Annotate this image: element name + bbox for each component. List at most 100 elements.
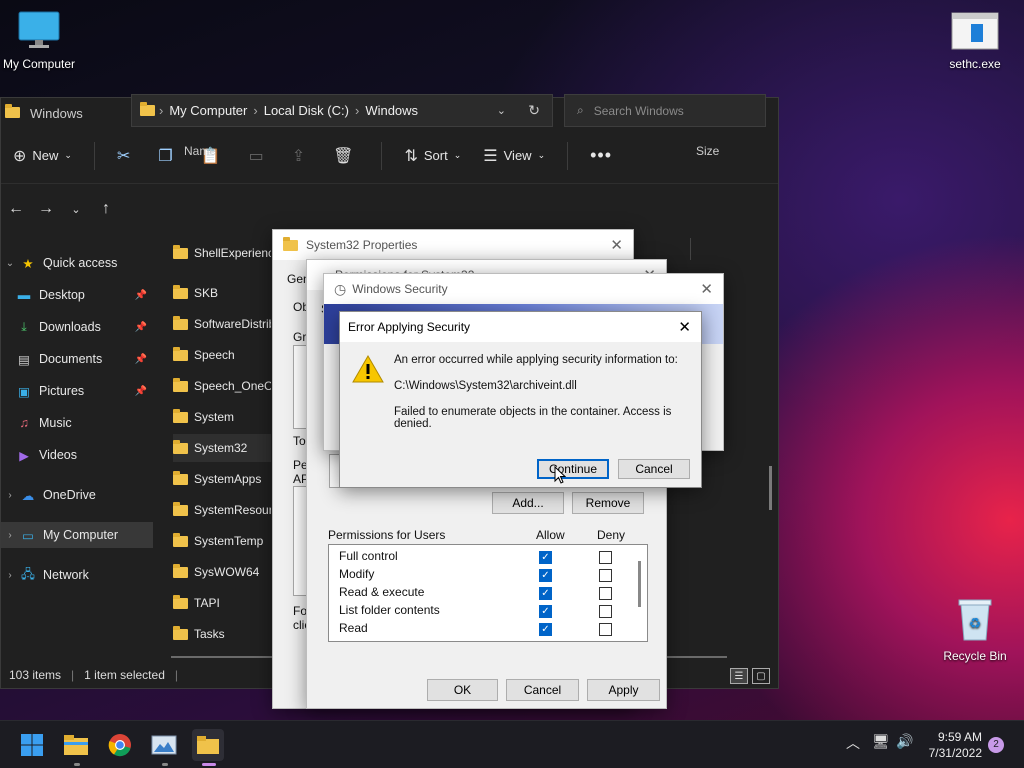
view-button[interactable]: ☰ View ⌄ xyxy=(483,146,545,166)
scrollbar-thumb[interactable] xyxy=(638,561,641,607)
breadcrumb-my-computer[interactable]: My Computer xyxy=(169,103,247,118)
deny-checkbox[interactable] xyxy=(599,623,612,636)
sidebar-label: My Computer xyxy=(43,528,119,542)
sidebar-item-documents[interactable]: ▤ Documents 📌 xyxy=(1,346,153,372)
allow-checkbox[interactable]: ✓ xyxy=(539,569,552,582)
star-icon: ★ xyxy=(22,256,34,271)
share-button[interactable]: ⇪ xyxy=(292,146,311,166)
cancel-button[interactable]: Cancel xyxy=(506,679,579,701)
deny-checkbox[interactable] xyxy=(599,605,612,618)
allow-checkbox[interactable]: ✓ xyxy=(539,551,552,564)
recent-locations-button[interactable]: ⌄ xyxy=(61,203,91,216)
cancel-button[interactable]: Cancel xyxy=(618,459,690,479)
file-name: Speech xyxy=(194,348,235,362)
sort-icon: ⇅ xyxy=(404,147,418,165)
remove-button[interactable]: Remove xyxy=(572,492,644,514)
column-header-size[interactable]: Size xyxy=(696,144,719,158)
list-item-selected[interactable]: System32 xyxy=(173,434,271,462)
deny-checkbox[interactable] xyxy=(599,587,612,600)
list-item[interactable]: Speech xyxy=(173,341,235,369)
list-item[interactable]: Speech_OneCore xyxy=(173,372,271,400)
sidebar-item-pictures[interactable]: ▣ Pictures 📌 xyxy=(1,378,153,404)
desktop-icon-my-computer[interactable]: My Computer xyxy=(0,10,84,71)
rename-button[interactable]: ▭ xyxy=(249,146,270,166)
desktop-icon-sethc[interactable]: sethc.exe xyxy=(930,12,1020,71)
windows-security-titlebar[interactable]: ◷ Windows Security xyxy=(324,274,723,304)
more-options-button[interactable]: ••• xyxy=(590,145,612,166)
refresh-icon[interactable]: ↻ xyxy=(528,102,540,119)
error-titlebar[interactable]: Error Applying Security xyxy=(340,312,701,342)
cut-button[interactable]: ✂ xyxy=(117,146,136,166)
allow-checkbox[interactable]: ✓ xyxy=(539,605,552,618)
close-icon[interactable]: ✕ xyxy=(700,280,713,298)
breadcrumb-local-disk[interactable]: Local Disk (C:) xyxy=(264,103,349,118)
music-icon: ♫ xyxy=(19,416,29,430)
apply-button[interactable]: Apply xyxy=(587,679,660,701)
copy-button[interactable]: ❐ xyxy=(158,146,178,166)
notification-badge[interactable]: 2 xyxy=(988,737,1004,753)
download-icon: ⤓ xyxy=(21,319,27,334)
close-icon[interactable]: ✕ xyxy=(610,236,623,254)
list-item[interactable]: SoftwareDistribution xyxy=(173,310,271,338)
ok-button[interactable]: OK xyxy=(427,679,498,701)
volume-icon[interactable]: 🔊 xyxy=(896,733,913,750)
sidebar-item-my-computer[interactable]: › ▭ My Computer xyxy=(1,522,153,548)
breadcrumb-windows[interactable]: Windows xyxy=(365,103,418,118)
taskbar-file-explorer[interactable] xyxy=(60,729,92,761)
folder-icon xyxy=(173,408,188,423)
tiles-view-button[interactable]: ▢ xyxy=(752,668,770,684)
search-input[interactable]: ⌕ Search Windows xyxy=(564,94,766,127)
dialog-title: Error Applying Security xyxy=(348,320,471,334)
list-item[interactable]: SystemApps xyxy=(173,465,261,493)
vertical-scrollbar[interactable] xyxy=(769,466,772,510)
new-button[interactable]: ⊕ New ⌄ xyxy=(13,146,72,166)
desktop-icon-recycle-bin[interactable]: ♻ Recycle Bin xyxy=(930,596,1020,663)
show-hidden-icons-button[interactable]: ︿ xyxy=(846,733,860,753)
chevron-down-icon: ⌄ xyxy=(64,150,72,160)
sidebar-item-onedrive[interactable]: › ☁ OneDrive xyxy=(1,482,153,508)
list-item[interactable]: SystemTemp xyxy=(173,527,263,555)
list-item[interactable]: System xyxy=(173,403,234,431)
allow-checkbox[interactable]: ✓ xyxy=(539,587,552,600)
up-button[interactable]: ↑ xyxy=(91,200,121,218)
deny-checkbox[interactable] xyxy=(599,551,612,564)
deny-checkbox[interactable] xyxy=(599,569,612,582)
sidebar-item-desktop[interactable]: ▬ Desktop 📌 xyxy=(1,282,153,308)
clock[interactable]: 9:59 AM 7/31/2022 xyxy=(924,729,982,761)
allow-checkbox[interactable]: ✓ xyxy=(539,623,552,636)
properties-titlebar[interactable]: System32 Properties xyxy=(273,230,633,260)
back-button[interactable]: ← xyxy=(1,200,31,218)
file-name: SKB xyxy=(194,286,219,300)
list-item[interactable]: SysWOW64 xyxy=(173,558,259,586)
sidebar-item-network[interactable]: › 🖧 Network xyxy=(1,562,153,588)
add-button[interactable]: Add... xyxy=(492,492,564,514)
continue-button[interactable]: Continue xyxy=(537,459,609,479)
sidebar-label: Pictures xyxy=(39,384,85,398)
toolbar-separator xyxy=(93,141,95,170)
column-header-name[interactable]: Name xyxy=(184,144,216,158)
start-button[interactable] xyxy=(16,729,48,761)
taskbar-file-explorer-active[interactable] xyxy=(192,729,224,761)
list-item[interactable]: SystemResources xyxy=(173,496,271,524)
permission-name: List folder contents xyxy=(339,603,440,617)
delete-button[interactable]: 🗑 xyxy=(333,146,359,166)
list-item[interactable]: TAPI xyxy=(173,589,220,617)
table-row: Modify ✓ xyxy=(339,567,639,585)
list-item[interactable]: Tasks xyxy=(173,620,225,648)
sidebar-item-quick-access[interactable]: ⌄ ★ Quick access xyxy=(1,250,153,276)
list-item[interactable]: ShellExperiences xyxy=(173,244,271,262)
sidebar-item-videos[interactable]: ▶ Videos xyxy=(1,442,153,468)
close-icon[interactable]: ✕ xyxy=(678,318,691,336)
sort-button[interactable]: ⇅ Sort ⌄ xyxy=(404,146,461,166)
forward-button[interactable]: → xyxy=(31,200,61,218)
taskbar-photos[interactable] xyxy=(148,729,180,761)
list-item[interactable]: SKB xyxy=(173,279,218,307)
address-history-chevron-icon[interactable]: ⌄ xyxy=(497,104,506,117)
sidebar-item-music[interactable]: ♫ Music xyxy=(1,410,153,436)
details-view-button[interactable]: ☰ xyxy=(730,668,748,684)
taskbar-chrome[interactable] xyxy=(104,729,136,761)
sidebar-item-downloads[interactable]: ⤓ Downloads 📌 xyxy=(1,314,153,340)
network-icon[interactable]: 🖥 xyxy=(872,733,890,750)
address-bar[interactable]: › My Computer › Local Disk (C:) › Window… xyxy=(131,94,553,127)
svg-text:♻: ♻ xyxy=(969,615,982,631)
